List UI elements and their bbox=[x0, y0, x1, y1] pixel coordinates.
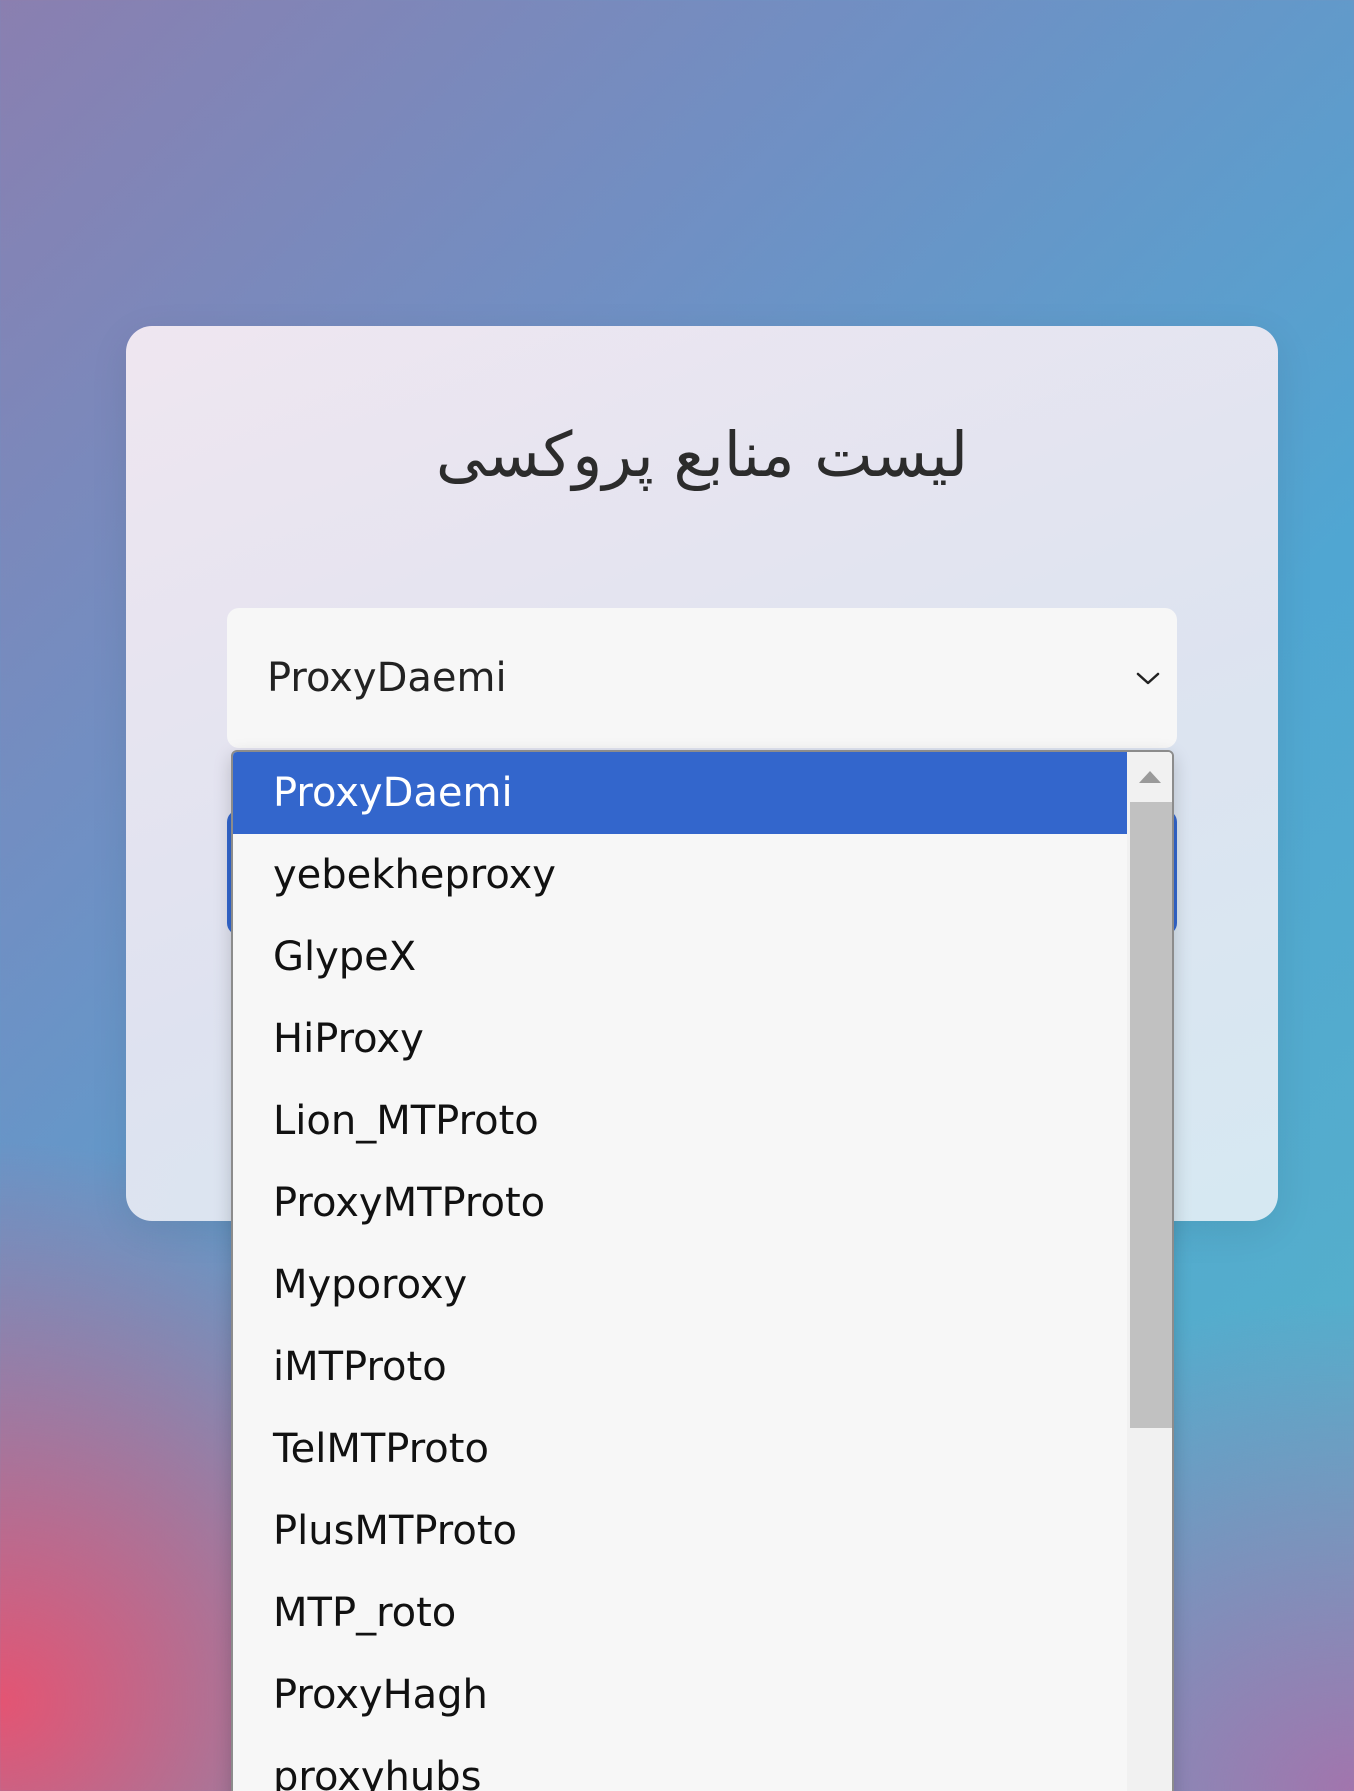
scrollbar-thumb[interactable] bbox=[1130, 802, 1172, 1428]
dropdown-option[interactable]: ProxyMTProto bbox=[233, 1162, 1127, 1244]
dropdown-option[interactable]: iMTProto bbox=[233, 1326, 1127, 1408]
dropdown-option-list: ProxyDaemi yebekheproxy GlypeX HiProxy L… bbox=[233, 752, 1127, 1791]
dropdown-option[interactable]: TelMTProto bbox=[233, 1408, 1127, 1490]
dropdown-option[interactable]: Myporoxy bbox=[233, 1244, 1127, 1326]
scroll-up-arrow-icon[interactable] bbox=[1127, 752, 1172, 802]
dropdown-scrollbar[interactable] bbox=[1127, 752, 1172, 1791]
select-current-value: ProxyDaemi bbox=[267, 655, 507, 701]
dropdown-option[interactable]: HiProxy bbox=[233, 998, 1127, 1080]
page-title: لیست منابع پروکسی bbox=[435, 418, 969, 491]
dropdown-option[interactable]: proxyhubs bbox=[233, 1736, 1127, 1791]
dropdown-option[interactable]: PlusMTProto bbox=[233, 1490, 1127, 1572]
dropdown-option[interactable]: Lion_MTProto bbox=[233, 1080, 1127, 1162]
dropdown-option[interactable]: MTP_roto bbox=[233, 1572, 1127, 1654]
dropdown-option[interactable]: ProxyDaemi bbox=[233, 752, 1127, 834]
proxy-source-dropdown[interactable]: ProxyDaemi yebekheproxy GlypeX HiProxy L… bbox=[231, 750, 1174, 1791]
dropdown-option[interactable]: GlypeX bbox=[233, 916, 1127, 998]
proxy-source-select[interactable]: ProxyDaemi bbox=[227, 608, 1177, 748]
dropdown-option[interactable]: yebekheproxy bbox=[233, 834, 1127, 916]
dropdown-option[interactable]: ProxyHagh bbox=[233, 1654, 1127, 1736]
chevron-down-icon bbox=[1133, 668, 1163, 688]
